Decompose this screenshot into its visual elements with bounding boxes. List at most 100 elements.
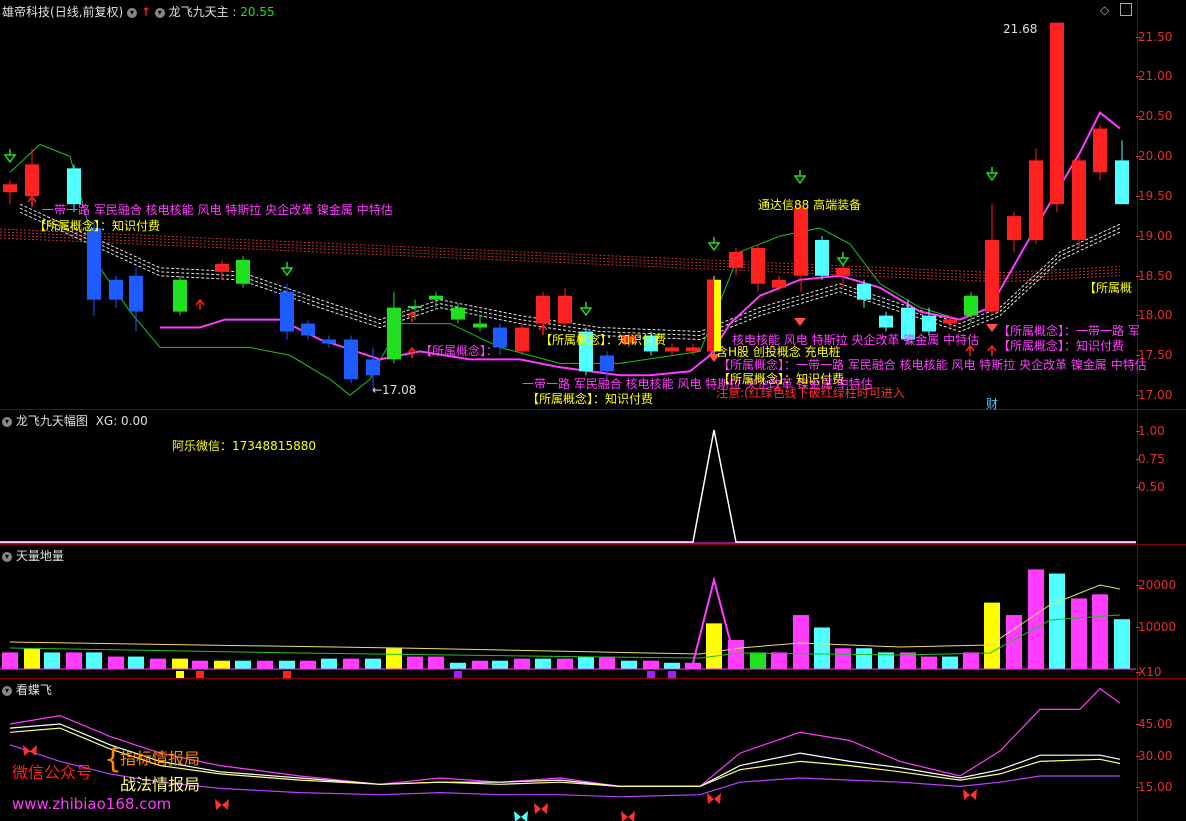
axis-tick: 15.00 <box>1135 780 1173 794</box>
volume-bar <box>257 660 273 669</box>
volume-bar <box>300 660 316 669</box>
candle-body <box>772 279 786 288</box>
price-tick: 21.00 <box>1135 69 1173 83</box>
axis-tick: 20000 <box>1135 578 1177 592</box>
candle-body <box>387 307 401 360</box>
price-tick: 20.50 <box>1135 109 1173 123</box>
volume-bar <box>492 660 508 669</box>
volume-bar <box>621 660 637 669</box>
concept-label: 【所属概念】：知识付费 <box>540 333 667 347</box>
candle-body <box>943 319 957 324</box>
signal-down-arrow <box>793 170 807 185</box>
volume-bar <box>578 656 594 669</box>
butterfly-icon <box>963 789 977 800</box>
candle-body <box>815 239 829 276</box>
signal-up-arrow <box>27 195 37 207</box>
butterfly-icon <box>707 793 721 804</box>
signal-down-arrow <box>707 237 721 252</box>
butterfly-axis: 45.00 30.00 15.00 <box>1135 679 1186 821</box>
candle-body <box>25 164 39 197</box>
volume-bar <box>984 602 1000 669</box>
volume-bar <box>321 658 337 669</box>
candle-body <box>794 208 808 276</box>
volume-bar <box>1071 598 1087 669</box>
candle-body <box>729 251 743 268</box>
concept-label: 【所属概念】： <box>420 344 499 358</box>
candle-body <box>515 327 529 352</box>
volume-bar <box>514 658 530 669</box>
candle-body <box>686 347 700 352</box>
main-chart-panel[interactable]: 雄帝科技(日线,前复权) ▾ ↑ ▾ 龙飞九天主 : 20.55 ◇ 21.50… <box>0 0 1186 411</box>
price-tick: 18.50 <box>1135 269 1173 283</box>
candle-body <box>1029 160 1043 240</box>
volume-bar <box>279 660 295 669</box>
watermark-brand-1: 指标情报局 <box>120 749 201 768</box>
candle-body <box>985 239 999 312</box>
candle-body <box>366 359 380 376</box>
volume-bar <box>643 660 659 669</box>
concept-label: 【所属概念】：知识付费 <box>998 339 1125 353</box>
candle-body <box>67 168 81 205</box>
concept-label: 注意:(红绿色线下破红绿柱时可进入 <box>716 386 905 400</box>
low-volume-marker <box>647 671 655 678</box>
volume-bar <box>86 652 102 669</box>
volume-bar <box>685 662 701 669</box>
volume-bar <box>814 627 830 669</box>
price-tick: 20.00 <box>1135 149 1173 163</box>
candle-body <box>280 291 294 332</box>
volume-panel[interactable]: ▾ 天量地量 20000 10000 X10 <box>0 545 1186 679</box>
candle-body <box>1115 160 1129 205</box>
gem-marker <box>794 318 806 326</box>
candle-body <box>87 228 101 300</box>
signal-down-arrow <box>579 302 593 317</box>
candle-body <box>857 283 871 300</box>
candle-body <box>1072 160 1086 240</box>
concept-label: 【所属概念】：知识付费 <box>34 219 161 233</box>
butterfly-icon <box>534 803 548 814</box>
candle-body <box>344 339 358 380</box>
candle-body <box>408 306 422 309</box>
butterfly-icon <box>215 799 229 810</box>
volume-bar <box>1092 594 1108 669</box>
volume-bar <box>1028 569 1044 669</box>
signal-down-arrow <box>280 262 294 277</box>
low-volume-marker <box>283 671 291 678</box>
candle-body <box>173 279 187 312</box>
signal-down-arrow <box>836 252 850 267</box>
volume-bar <box>942 656 958 669</box>
price-axis: 21.50 21.00 20.50 20.00 19.50 19.00 18.5… <box>1135 0 1186 409</box>
axis-tick: 45.00 <box>1135 717 1173 731</box>
axis-tick: 1.00 <box>1136 424 1165 438</box>
volume-bar <box>235 660 251 669</box>
price-tick: 19.00 <box>1135 229 1173 243</box>
watermark-brand-2: 战法情报局 <box>120 775 201 794</box>
subchart-lfjt-svg <box>0 429 1136 544</box>
candle-body <box>1093 128 1107 173</box>
candle-body <box>473 323 487 328</box>
candle-body <box>3 184 17 193</box>
volume-unit: X10 <box>1136 665 1162 679</box>
candle-body <box>879 315 893 328</box>
volume-bar <box>44 652 60 669</box>
volume-svg <box>0 569 1136 678</box>
butterfly-icon <box>621 811 635 821</box>
volume-bar <box>343 658 359 669</box>
volume-bar <box>192 660 208 669</box>
volume-bar <box>386 648 402 669</box>
axis-tick: 10000 <box>1135 620 1177 634</box>
axis-tick: 0.75 <box>1136 452 1165 466</box>
volume-bar <box>108 656 124 669</box>
low-volume-marker <box>176 671 184 678</box>
subchart-lfjt-panel[interactable]: ▾ 龙飞九天幅图 XG: 0.00 阿乐微信：17348815880 1.00 … <box>0 410 1186 544</box>
concept-label: 【所属概 <box>1084 281 1133 295</box>
volume-bar <box>128 656 144 669</box>
watermark-url: www.zhibiao168.com <box>12 795 172 813</box>
watermark-wechat: 微信公众号 <box>12 763 93 782</box>
candle-body <box>236 259 250 284</box>
candle-body <box>600 355 614 372</box>
candle-body <box>109 279 123 300</box>
candle-body <box>536 295 550 324</box>
candle-body <box>836 267 850 276</box>
ma-band-line <box>0 228 1121 274</box>
butterfly-panel[interactable]: ▾ 看蝶飞 45.00 30.00 15.00 微信公众号 { 指标情报局 战法… <box>0 679 1186 821</box>
